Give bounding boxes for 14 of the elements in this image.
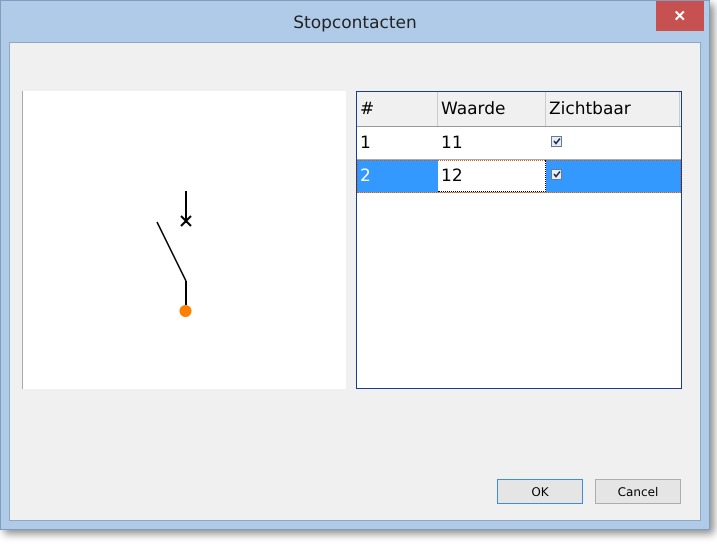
table-cell-text: 2	[359, 165, 372, 188]
dialog-button[interactable]: Cancel	[595, 479, 681, 504]
checkbox[interactable]	[551, 168, 562, 180]
table-cell-text: 11	[440, 132, 464, 155]
close-button[interactable]: ✕	[656, 1, 704, 31]
dialog-button[interactable]: OK	[497, 479, 583, 504]
column-header[interactable]: Waarde	[438, 92, 546, 126]
checkbox[interactable]	[551, 136, 562, 146]
column-header[interactable]: Zichtbaar	[546, 92, 680, 126]
window-title: Stopcontacten	[293, 12, 417, 32]
column-header[interactable]: #	[357, 92, 438, 126]
table-cell-text: 1	[359, 132, 372, 155]
table-cell: 12	[438, 160, 546, 192]
table-row[interactable]: 2 12	[357, 160, 681, 193]
